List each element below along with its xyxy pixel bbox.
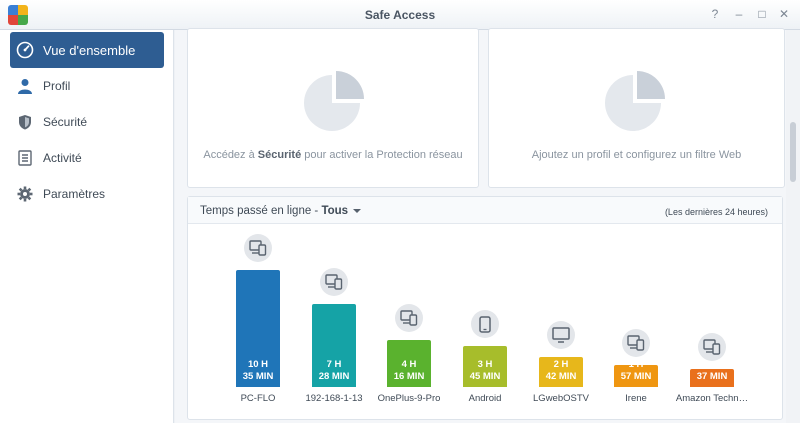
security-link[interactable]: Sécurité	[258, 149, 301, 161]
bar-duration-label: 7 H 28 MIN	[318, 359, 350, 382]
chart-bar[interactable]: 2 H 42 MIN	[539, 357, 583, 387]
security-message: Accédez à Sécurité pour activer la Prote…	[203, 149, 463, 161]
devices-icon	[320, 268, 348, 296]
window-title: Safe Access	[364, 8, 436, 22]
sidebar-item-label: Paramètres	[43, 187, 106, 201]
bar-duration-label: 1 H 57 MIN	[620, 359, 652, 382]
phone-icon	[471, 310, 499, 338]
bar-duration-label: 4 H 16 MIN	[393, 359, 425, 382]
bar-duration-label: 10 H 35 MIN	[242, 359, 274, 382]
scroll-thumb[interactable]	[790, 122, 796, 182]
devices-icon	[244, 234, 272, 262]
chart-header: Temps passé en ligne - Tous (Les dernièr…	[188, 197, 782, 224]
gear-icon	[16, 185, 34, 203]
sidebar-item-label: Profil	[43, 79, 71, 93]
maximize-button[interactable]: □	[754, 6, 770, 22]
sidebar-item-activity[interactable]: Activité	[10, 140, 164, 176]
devices-icon	[395, 304, 423, 332]
sidebar: Vue d'ensemble Profil Sécurité Activité …	[0, 30, 174, 423]
chart-bar[interactable]: 10 H 35 MIN	[236, 270, 280, 387]
chart-bar[interactable]: 1 H 57 MIN	[614, 359, 658, 387]
chevron-down-icon[interactable]	[353, 208, 362, 213]
sidebar-item-settings[interactable]: Paramètres	[10, 176, 164, 212]
profile-message: Ajoutez un profil et configurez un filtr…	[531, 149, 742, 161]
sidebar-item-security[interactable]: Sécurité	[10, 104, 164, 140]
chart-bar[interactable]: 7 H 28 MIN	[312, 304, 356, 387]
bar-duration-label: 1 H 37 MIN	[696, 359, 728, 382]
dashboard-icon	[16, 41, 34, 59]
scrollbar[interactable]	[786, 30, 800, 423]
security-card: Accédez à Sécurité pour activer la Prote…	[187, 28, 479, 188]
list-icon	[16, 149, 34, 167]
chart-bar[interactable]: 3 H 45 MIN	[463, 346, 507, 387]
device-filter-dropdown[interactable]: Tous	[321, 205, 348, 217]
devices-icon	[622, 329, 650, 357]
pie-placeholder-icon	[304, 71, 364, 131]
user-icon	[16, 77, 34, 95]
sidebar-item-label: Sécurité	[43, 115, 88, 129]
shield-icon	[16, 113, 34, 131]
tv-icon	[547, 321, 575, 349]
pie-placeholder-icon	[605, 71, 665, 131]
minimize-button[interactable]: –	[731, 6, 747, 22]
profile-card: Ajoutez un profil et configurez un filtr…	[488, 28, 785, 188]
chart-title: Temps passé en ligne - Tous	[200, 205, 362, 217]
close-button[interactable]: ✕	[776, 6, 792, 22]
sidebar-item-profile[interactable]: Profil	[10, 68, 164, 104]
title-bar: Safe Access ? – □ ✕	[0, 0, 800, 30]
bar-duration-label: 3 H 45 MIN	[469, 359, 501, 382]
device-name-label: Amazon Techn…	[675, 393, 749, 404]
help-button[interactable]: ?	[707, 6, 723, 22]
sidebar-item-label: Vue d'ensemble	[43, 42, 136, 58]
bar-duration-label: 2 H 42 MIN	[545, 359, 577, 382]
sidebar-item-overview[interactable]: Vue d'ensemble	[10, 32, 164, 68]
sidebar-item-label: Activité	[43, 151, 82, 165]
devices-icon	[698, 333, 726, 361]
time-range-label: (Les dernières 24 heures)	[664, 207, 768, 217]
chart-bar[interactable]: 1 H 37 MIN	[690, 359, 734, 387]
chart-bar[interactable]: 4 H 16 MIN	[387, 340, 431, 387]
